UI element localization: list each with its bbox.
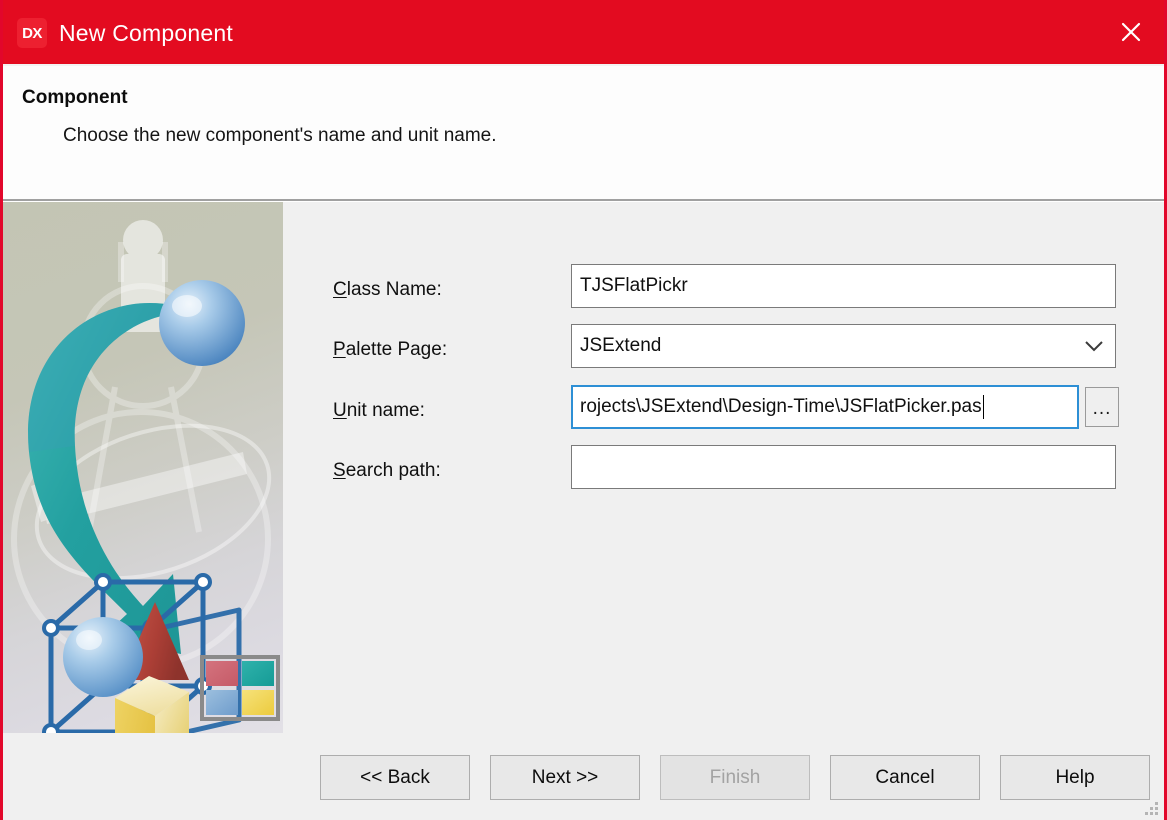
search-path-input[interactable] <box>571 445 1116 489</box>
next-button[interactable]: Next >> <box>490 755 640 800</box>
window-title: New Component <box>59 19 233 46</box>
search-path-label: Search path: <box>333 460 441 482</box>
unit-name-label: Unit name: <box>333 400 425 422</box>
class-name-value: TJSFlatPickr <box>580 275 688 296</box>
unit-name-label-rest: nit name: <box>346 400 425 421</box>
class-name-accel: C <box>333 279 347 300</box>
form-area: Class Name: TJSFlatPickr Palette Page: J… <box>283 202 1164 733</box>
class-name-input[interactable]: TJSFlatPickr <box>571 264 1116 308</box>
search-path-accel: S <box>333 460 346 481</box>
new-component-dialog: DX New Component Component Choose the ne… <box>0 0 1167 820</box>
dialog-header: Component Choose the new component's nam… <box>3 66 1164 202</box>
title-bar: DX New Component <box>3 0 1164 66</box>
help-button[interactable]: Help <box>1000 755 1150 800</box>
search-path-label-rest: earch path: <box>345 460 441 481</box>
cancel-button[interactable]: Cancel <box>830 755 980 800</box>
unit-name-browse-button[interactable]: ... <box>1085 387 1119 427</box>
text-caret <box>982 395 984 419</box>
back-button[interactable]: << Back <box>320 755 470 800</box>
close-icon[interactable] <box>1098 0 1164 64</box>
class-name-label-rest: lass Name: <box>346 279 442 300</box>
unit-name-accel: U <box>333 400 347 421</box>
palette-page-combobox[interactable]: JSExtend <box>571 324 1116 368</box>
dialog-body: Class Name: TJSFlatPickr Palette Page: J… <box>3 202 1164 733</box>
palette-page-label-rest: alette Page: <box>345 339 448 360</box>
chevron-down-icon[interactable] <box>1083 335 1105 357</box>
dialog-footer: << Back Next >> Finish Cancel Help <box>3 733 1164 820</box>
unit-name-input[interactable]: rojects\JSExtend\Design-Time\JSFlatPicke… <box>571 385 1079 429</box>
new-component-wizard-illustration <box>3 202 283 733</box>
dx-logo-icon: DX <box>17 18 47 48</box>
class-name-label: Class Name: <box>333 279 442 301</box>
palette-page-label: Palette Page: <box>333 339 447 361</box>
unit-name-value: rojects\JSExtend\Design-Time\JSFlatPicke… <box>580 396 982 417</box>
finish-button: Finish <box>660 755 810 800</box>
palette-page-accel: P <box>333 339 346 360</box>
page-title: Component <box>22 87 128 108</box>
page-description: Choose the new component's name and unit… <box>63 124 497 146</box>
resize-grip <box>1145 802 1158 815</box>
palette-page-value: JSExtend <box>580 335 662 356</box>
